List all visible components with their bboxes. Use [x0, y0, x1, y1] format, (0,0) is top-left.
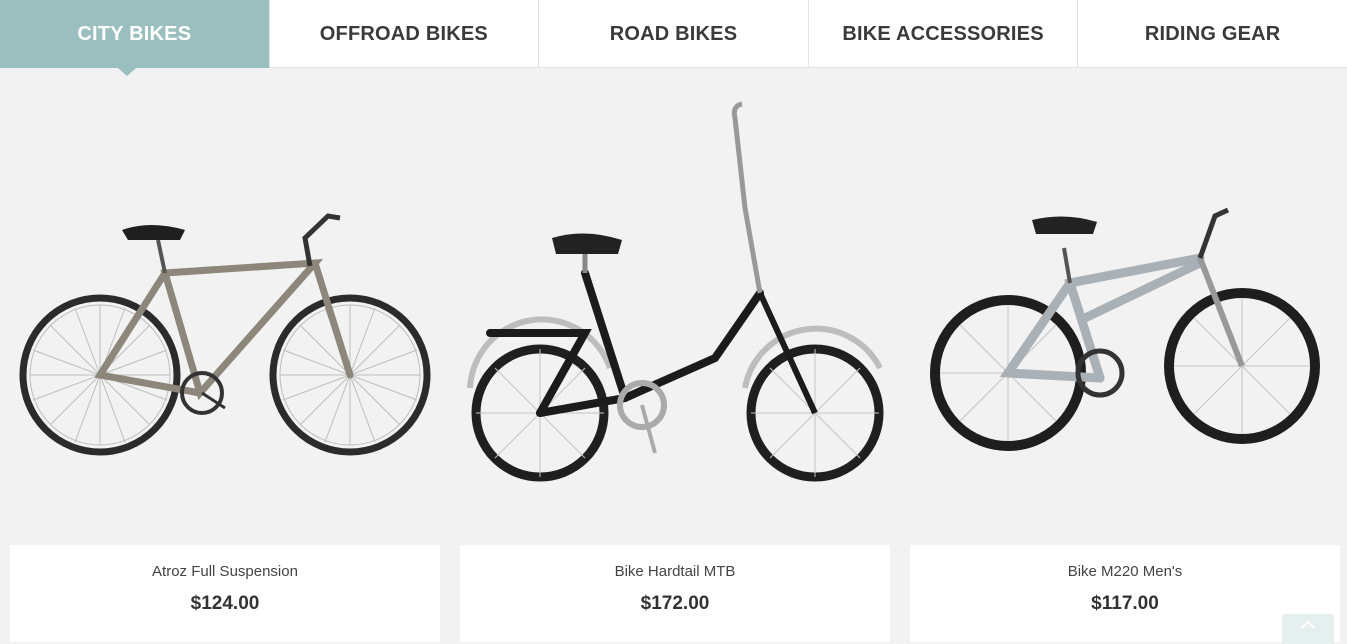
product-grid: Atroz Full Suspension $124.00 Bike Hardt…	[0, 68, 1347, 644]
tab-label: ROAD BIKES	[609, 22, 738, 45]
product-name[interactable]: Bike Hardtail MTB	[460, 563, 890, 580]
product-card[interactable]: Bike Hardtail MTB $172.00	[460, 68, 890, 644]
category-tabs: CITY BIKES OFFROAD BIKES ROAD BIKES BIKE…	[0, 0, 1347, 76]
product-image[interactable]	[10, 68, 440, 545]
product-info: Bike M220 Men's $117.00	[910, 545, 1340, 642]
folding-bike-image	[467, 101, 884, 482]
hybrid-bike-image	[19, 213, 431, 456]
tab-label: OFFROAD BIKES	[319, 22, 488, 45]
product-image[interactable]	[910, 68, 1340, 545]
product-name[interactable]: Atroz Full Suspension	[10, 563, 440, 580]
product-card[interactable]: Bike M220 Men's $117.00	[910, 68, 1340, 644]
product-name[interactable]: Bike M220 Men's	[910, 563, 1340, 580]
product-info: Bike Hardtail MTB $172.00	[460, 545, 890, 642]
product-price: $117.00	[1091, 593, 1159, 614]
chevron-up-icon	[1301, 620, 1315, 629]
scroll-to-top-button[interactable]	[1282, 614, 1334, 644]
tab-road-bikes[interactable]: ROAD BIKES	[539, 0, 809, 68]
tab-label: BIKE ACCESSORIES	[842, 22, 1044, 45]
tab-label: CITY BIKES	[77, 22, 192, 45]
tab-riding-gear[interactable]: RIDING GEAR	[1078, 0, 1347, 68]
product-price: $124.00	[190, 593, 260, 614]
product-info: Atroz Full Suspension $124.00	[10, 545, 440, 642]
mountain-bike-image	[930, 207, 1320, 451]
tab-offroad-bikes[interactable]: OFFROAD BIKES	[270, 0, 540, 68]
product-card[interactable]: Atroz Full Suspension $124.00	[10, 68, 440, 644]
product-image[interactable]	[460, 68, 890, 545]
product-price: $172.00	[640, 593, 710, 614]
tab-label: RIDING GEAR	[1144, 22, 1281, 45]
tab-bike-accessories[interactable]: BIKE ACCESSORIES	[809, 0, 1079, 68]
tab-city-bikes[interactable]: CITY BIKES	[0, 0, 270, 76]
